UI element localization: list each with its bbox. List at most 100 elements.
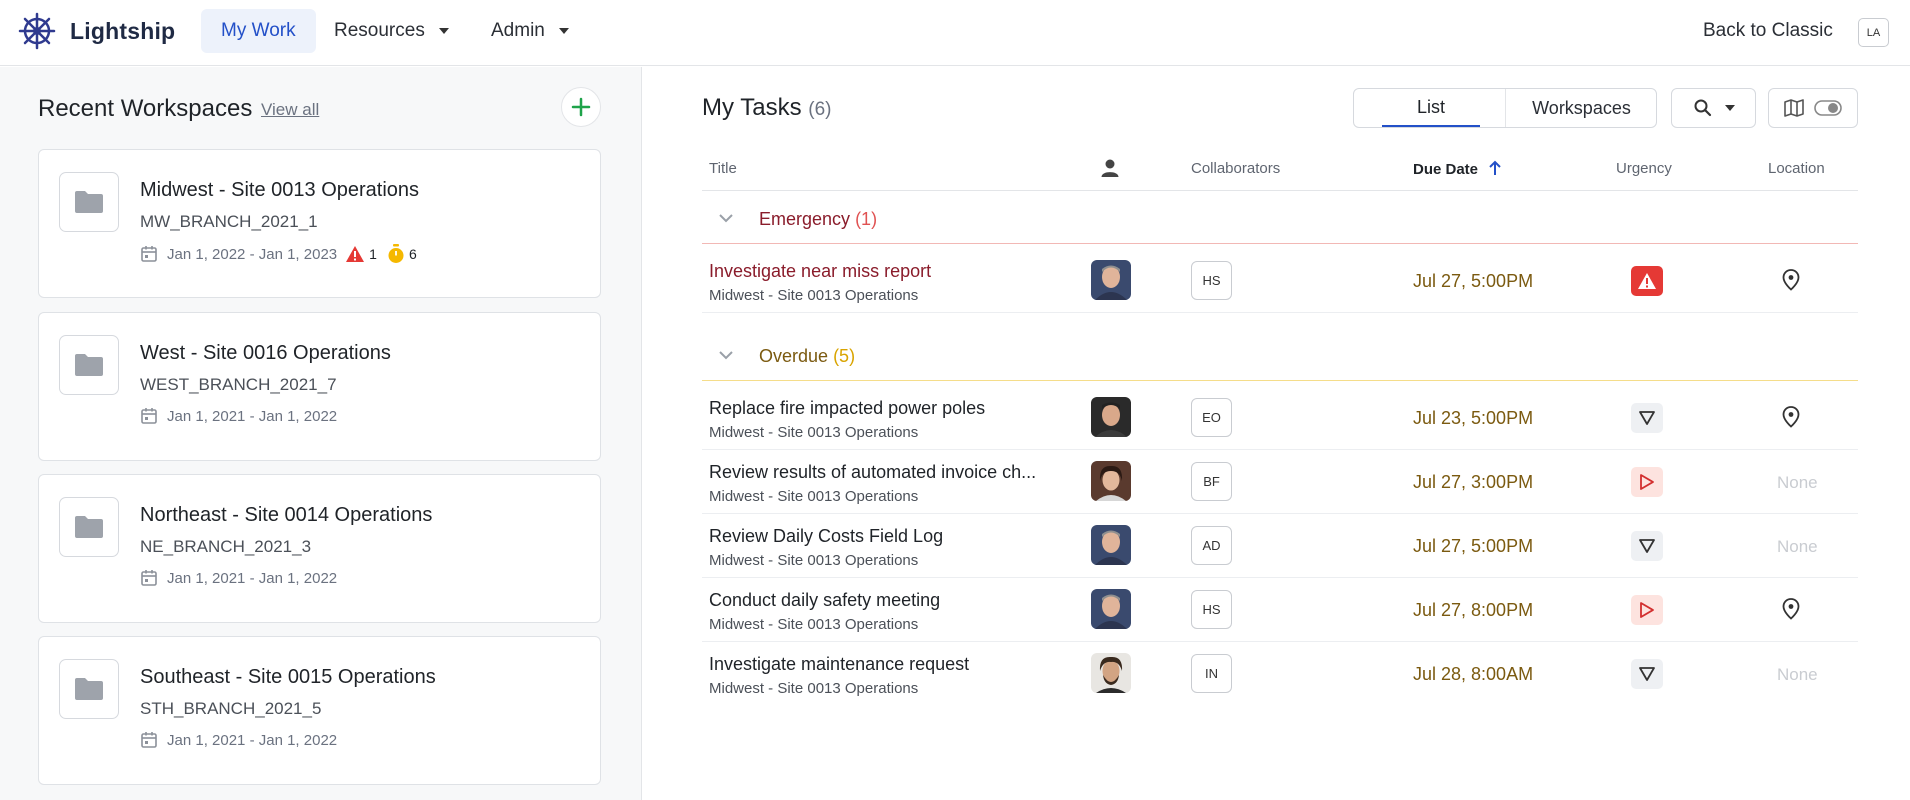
table-row[interactable]: Review Daily Costs Field Log Midwest - S…	[702, 514, 1858, 578]
workspace-meta: Jan 1, 2021 - Jan 1, 2022	[140, 731, 337, 749]
location-pin-icon[interactable]	[1782, 598, 1800, 625]
workspace-code: MW_BRANCH_2021_1	[140, 212, 318, 231]
chevron-down-icon	[438, 28, 449, 34]
workspace-card[interactable]: Midwest - Site 0013 Operations MW_BRANCH…	[38, 149, 601, 298]
urgency-low-icon[interactable]	[1631, 659, 1663, 689]
workspace-card[interactable]: Northeast - Site 0014 Operations NE_BRAN…	[38, 474, 601, 623]
urgency-high-icon[interactable]	[1631, 467, 1663, 497]
column-title[interactable]: Title	[709, 160, 737, 177]
workspace-meta: Jan 1, 2022 - Jan 1, 2023 1 6	[140, 244, 427, 264]
group-label: Emergency (1)	[759, 209, 877, 230]
map-toggle-button[interactable]	[1768, 88, 1858, 128]
folder-icon	[59, 172, 119, 232]
tab-list[interactable]: List	[1382, 89, 1480, 127]
workspace-name: Northeast - Site 0014 Operations	[140, 504, 433, 526]
nav-label: My Work	[221, 20, 296, 41]
timer-count: 6	[408, 246, 417, 262]
stopwatch-icon	[388, 244, 404, 263]
urgency-low-icon[interactable]	[1631, 531, 1663, 561]
my-tasks-label: My Tasks	[702, 94, 802, 121]
workspace-name: West - Site 0016 Operations	[140, 342, 391, 364]
calendar-icon	[141, 570, 157, 586]
task-due-date: Jul 27, 5:00PM	[1413, 271, 1534, 291]
urgency-high-icon[interactable]	[1631, 595, 1663, 625]
group-overdue[interactable]: Overdue (5)	[702, 333, 1858, 381]
chevron-down-icon	[558, 28, 569, 34]
assignee-avatar[interactable]	[1091, 461, 1131, 501]
workspace-meta: Jan 1, 2021 - Jan 1, 2022	[140, 407, 337, 425]
assignee-avatar[interactable]	[1091, 653, 1131, 693]
workspace-dates: Jan 1, 2021 - Jan 1, 2022	[167, 731, 338, 749]
nav-resources[interactable]: Resources	[334, 9, 449, 53]
nav-admin[interactable]: Admin	[491, 9, 569, 53]
user-avatar[interactable]: LA	[1858, 18, 1889, 47]
workspace-code: NE_BRANCH_2021_3	[140, 537, 312, 556]
group-name: Emergency	[759, 209, 851, 229]
workspace-name: Southeast - Site 0015 Operations	[140, 666, 436, 688]
tab-workspaces[interactable]: Workspaces	[1505, 89, 1657, 127]
table-row[interactable]: Investigate maintenance request Midwest …	[702, 642, 1858, 706]
workspace-meta: Jan 1, 2021 - Jan 1, 2022	[140, 569, 337, 587]
assignee-avatar[interactable]	[1091, 260, 1131, 300]
table-row[interactable]: Conduct daily safety meeting Midwest - S…	[702, 578, 1858, 642]
table-row[interactable]: Investigate near miss report Midwest - S…	[702, 249, 1858, 313]
location-none: None	[1777, 665, 1818, 684]
task-title[interactable]: Replace fire impacted power poles	[709, 398, 985, 419]
assignee-avatar[interactable]	[1091, 397, 1131, 437]
alert-count: 1	[369, 246, 377, 262]
folder-icon	[59, 497, 119, 557]
task-title[interactable]: Investigate maintenance request	[709, 654, 969, 675]
collaborator-chip[interactable]: EO	[1191, 398, 1232, 437]
view-all-link[interactable]: View all	[261, 100, 319, 120]
folder-icon	[59, 659, 119, 719]
task-due-date: Jul 28, 8:00AM	[1413, 664, 1534, 684]
column-urgency[interactable]: Urgency	[1616, 160, 1672, 177]
task-workspace: Midwest - Site 0013 Operations	[709, 424, 919, 441]
urgency-low-icon[interactable]	[1631, 403, 1663, 433]
search-button[interactable]	[1671, 88, 1756, 128]
arrow-up-icon	[1489, 160, 1501, 175]
folder-icon	[59, 335, 119, 395]
column-assignee[interactable]	[1100, 158, 1120, 182]
toggle-switch-icon	[1814, 100, 1842, 116]
column-collaborators[interactable]: Collaborators	[1191, 160, 1280, 177]
location-pin-icon[interactable]	[1782, 269, 1800, 296]
collaborator-chip[interactable]: HS	[1191, 261, 1232, 300]
workspace-dates: Jan 1, 2022 - Jan 1, 2023	[167, 245, 338, 263]
recent-workspaces-title: Recent Workspaces	[38, 95, 253, 122]
workspace-card[interactable]: West - Site 0016 Operations WEST_BRANCH_…	[38, 312, 601, 461]
brand[interactable]: Lightship	[18, 12, 175, 50]
back-to-classic-link[interactable]: Back to Classic	[1703, 20, 1833, 42]
task-title[interactable]: Conduct daily safety meeting	[709, 590, 940, 611]
task-title[interactable]: Review results of automated invoice ch..…	[709, 462, 1036, 483]
location-none: None	[1777, 473, 1818, 492]
task-workspace: Midwest - Site 0013 Operations	[709, 680, 919, 697]
workspace-card[interactable]: Southeast - Site 0015 Operations STH_BRA…	[38, 636, 601, 785]
task-title[interactable]: Review Daily Costs Field Log	[709, 526, 943, 547]
assignee-avatar[interactable]	[1091, 589, 1131, 629]
nav-label: Admin	[491, 20, 545, 41]
collaborator-chip[interactable]: IN	[1191, 654, 1232, 693]
column-due-date[interactable]: Due Date	[1413, 160, 1502, 178]
recent-workspaces-panel: Recent Workspaces View all Midwest - Sit…	[0, 67, 642, 800]
task-due-date: Jul 27, 5:00PM	[1413, 536, 1534, 556]
assignee-avatar[interactable]	[1091, 525, 1131, 565]
group-label: Overdue (5)	[759, 346, 855, 367]
collaborator-chip[interactable]: HS	[1191, 590, 1232, 629]
column-location[interactable]: Location	[1768, 160, 1825, 177]
task-title[interactable]: Investigate near miss report	[709, 261, 931, 282]
collaborator-chip[interactable]: BF	[1191, 462, 1232, 501]
calendar-icon	[141, 732, 157, 748]
table-row[interactable]: Review results of automated invoice ch..…	[702, 450, 1858, 514]
location-pin-icon[interactable]	[1782, 406, 1800, 433]
task-workspace: Midwest - Site 0013 Operations	[709, 287, 919, 304]
table-row[interactable]: Replace fire impacted power poles Midwes…	[702, 386, 1858, 450]
group-emergency[interactable]: Emergency (1)	[702, 196, 1858, 244]
chevron-down-icon	[1724, 105, 1735, 111]
add-workspace-button[interactable]	[561, 87, 601, 127]
urgency-emergency-icon[interactable]	[1631, 266, 1663, 296]
collaborator-chip[interactable]: AD	[1191, 526, 1232, 565]
nav-my-work[interactable]: My Work	[201, 9, 316, 53]
calendar-icon	[141, 246, 157, 262]
my-tasks-count: (6)	[808, 99, 832, 120]
